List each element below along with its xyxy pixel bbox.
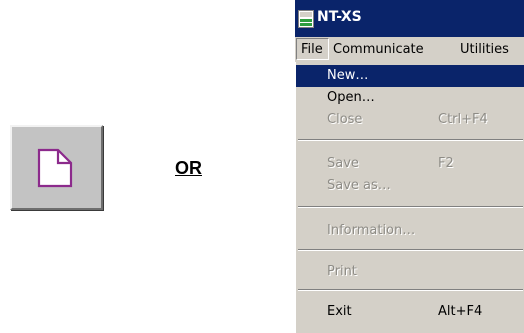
menu-item-save-as[interactable]: Save as… bbox=[296, 175, 524, 197]
menu-separator bbox=[298, 249, 523, 251]
menu-item-print[interactable]: Print bbox=[296, 261, 524, 283]
menu-separator bbox=[298, 289, 523, 291]
menu-item-save[interactable]: Save F2 bbox=[296, 153, 524, 175]
menu-item-label: Exit bbox=[327, 304, 352, 319]
app-window-icon bbox=[298, 10, 314, 28]
menu-item-open[interactable]: Open… bbox=[296, 87, 524, 109]
file-menu-dropdown: New… Open… Close Ctrl+F4 Save F2 Save as… bbox=[295, 62, 524, 333]
menu-item-shortcut: F2 bbox=[438, 156, 454, 171]
menu-item-new[interactable]: New… bbox=[296, 65, 524, 87]
menu-bar: File Communicate Utilities bbox=[295, 37, 524, 62]
menu-item-label: Close bbox=[327, 112, 363, 127]
menu-item-label: Save as… bbox=[327, 178, 391, 193]
menu-file[interactable]: File bbox=[296, 38, 329, 60]
window-title: NT-XS bbox=[317, 9, 362, 25]
menu-item-shortcut: Ctrl+F4 bbox=[438, 112, 488, 127]
menu-item-information[interactable]: Information… bbox=[296, 220, 524, 242]
menu-item-shortcut: Alt+F4 bbox=[438, 304, 483, 319]
menu-item-label: Print bbox=[327, 264, 357, 279]
menu-item-label: Information… bbox=[327, 223, 416, 238]
menu-item-close[interactable]: Close Ctrl+F4 bbox=[296, 109, 524, 131]
menu-item-label: New… bbox=[327, 68, 369, 83]
menu-item-label: Save bbox=[327, 156, 359, 171]
nt-xs-window: NT-XS File Communicate Utilities New… Op… bbox=[295, 0, 524, 333]
title-bar[interactable]: NT-XS bbox=[295, 0, 524, 37]
or-label: OR bbox=[175, 158, 202, 178]
menu-separator bbox=[298, 206, 523, 208]
new-document-icon bbox=[37, 148, 73, 188]
menu-communicate[interactable]: Communicate bbox=[333, 42, 424, 57]
menu-utilities[interactable]: Utilities bbox=[460, 42, 509, 57]
menu-item-exit[interactable]: Exit Alt+F4 bbox=[296, 301, 524, 323]
new-document-button[interactable] bbox=[10, 125, 103, 210]
menu-item-label: Open… bbox=[327, 90, 375, 105]
menu-separator bbox=[298, 139, 523, 141]
